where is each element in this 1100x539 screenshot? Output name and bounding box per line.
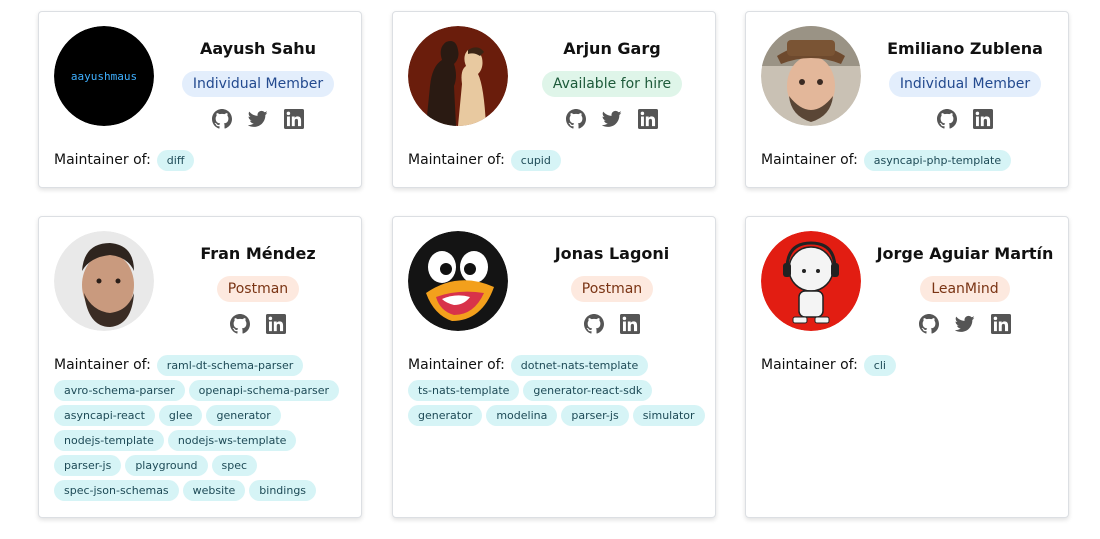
member-name: Aayush Sahu (199, 39, 317, 58)
repo-tag[interactable]: generator (206, 405, 281, 426)
github-icon[interactable] (584, 314, 604, 334)
repo-tag[interactable]: ts-nats-template (408, 380, 520, 401)
twitter-icon[interactable] (248, 109, 268, 129)
linkedin-icon[interactable] (620, 314, 640, 334)
linkedin-icon[interactable] (638, 109, 658, 129)
member-name: Jorge Aguiar Martín (876, 244, 1054, 263)
maintainer-label: Maintainer of: (761, 357, 858, 373)
repo-tag[interactable]: spec (211, 455, 258, 476)
github-icon[interactable] (937, 109, 957, 129)
avatar (408, 26, 508, 126)
repo-tag[interactable]: spec-json-schemas (54, 480, 179, 501)
avatar (761, 231, 861, 331)
maintainer-label: Maintainer of: (761, 152, 858, 168)
avatar (54, 231, 154, 331)
member-badge: LeanMind (920, 276, 1010, 302)
maintainer-list: Maintainer of: cupid (408, 150, 705, 171)
avatar: aayushmaus (54, 26, 154, 126)
maintainer-list: Maintainer of: raml-dt-schema-parser avr… (54, 355, 351, 501)
github-icon[interactable] (566, 109, 586, 129)
member-card: aayushmaus Aayush Sahu Individual Member… (38, 11, 362, 188)
repo-tag[interactable]: modelina (486, 405, 558, 426)
repo-tag[interactable]: openapi-schema-parser (188, 380, 340, 401)
maintainer-label: Maintainer of: (54, 152, 151, 168)
repo-tag[interactable]: diff (156, 150, 195, 171)
member-name: Jonas Lagoni (554, 244, 670, 263)
avatar (761, 26, 861, 126)
member-badge: Available for hire (541, 71, 683, 97)
linkedin-icon[interactable] (991, 314, 1011, 334)
repo-tag[interactable]: website (182, 480, 246, 501)
member-badge: Postman (216, 276, 300, 302)
repo-tag[interactable]: glee (158, 405, 203, 426)
repo-tag[interactable]: simulator (632, 405, 705, 426)
repo-tag[interactable]: generator (408, 405, 483, 426)
repo-tag[interactable]: asyncapi-react (54, 405, 155, 426)
avatar (408, 231, 508, 331)
member-badge: Individual Member (888, 71, 1042, 97)
maintainer-list: Maintainer of: cli (761, 355, 1058, 376)
member-card: Jonas Lagoni Postman Maintainer of: dotn… (392, 216, 716, 518)
repo-tag[interactable]: raml-dt-schema-parser (156, 355, 304, 376)
member-card: Jorge Aguiar Martín LeanMind Maintainer … (745, 216, 1069, 518)
member-name: Fran Méndez (200, 244, 316, 263)
member-card: Arjun Garg Available for hire Maintainer… (392, 11, 716, 188)
github-icon[interactable] (230, 314, 250, 334)
twitter-icon[interactable] (955, 314, 975, 334)
maintainer-label: Maintainer of: (408, 357, 505, 373)
linkedin-icon[interactable] (973, 109, 993, 129)
twitter-icon[interactable] (602, 109, 622, 129)
repo-tag[interactable]: cli (863, 355, 896, 376)
avatar-logo-text: aayushmaus (71, 70, 137, 83)
maintainer-label: Maintainer of: (408, 152, 505, 168)
linkedin-icon[interactable] (266, 314, 286, 334)
maintainer-list: Maintainer of: diff (54, 150, 351, 171)
repo-tag[interactable]: nodejs-ws-template (167, 430, 297, 451)
member-name: Emiliano Zublena (887, 39, 1043, 58)
repo-tag[interactable]: playground (125, 455, 208, 476)
repo-tag[interactable]: generator-react-sdk (523, 380, 653, 401)
repo-tag[interactable]: asyncapi-php-template (863, 150, 1012, 171)
maintainer-label: Maintainer of: (54, 357, 151, 373)
linkedin-icon[interactable] (284, 109, 304, 129)
member-badge: Postman (570, 276, 654, 302)
repo-tag[interactable]: nodejs-template (54, 430, 164, 451)
repo-tag[interactable]: avro-schema-parser (54, 380, 185, 401)
repo-tag[interactable]: dotnet-nats-template (510, 355, 649, 376)
repo-tag[interactable]: cupid (510, 150, 561, 171)
github-icon[interactable] (919, 314, 939, 334)
member-badge: Individual Member (181, 71, 335, 97)
member-name: Arjun Garg (563, 39, 661, 58)
maintainer-list: Maintainer of: asyncapi-php-template (761, 150, 1058, 171)
github-icon[interactable] (212, 109, 232, 129)
member-card: Emiliano Zublena Individual Member Maint… (745, 11, 1069, 188)
maintainer-list: Maintainer of: dotnet-nats-template ts-n… (408, 355, 705, 426)
repo-tag[interactable]: parser-js (54, 455, 122, 476)
repo-tag[interactable]: bindings (249, 480, 317, 501)
repo-tag[interactable]: parser-js (561, 405, 629, 426)
member-card: Fran Méndez Postman Maintainer of: raml-… (38, 216, 362, 518)
